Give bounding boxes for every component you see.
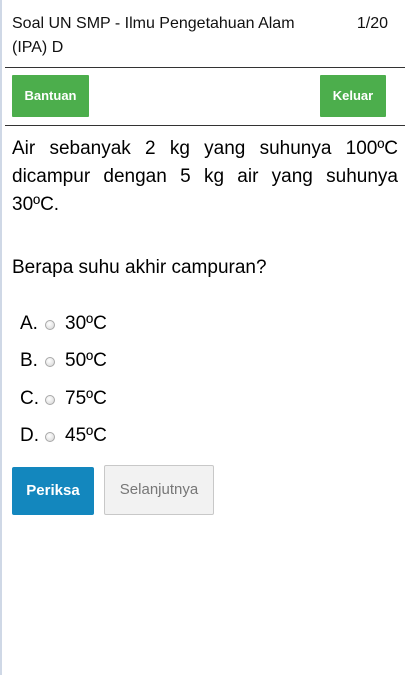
option-c-radio[interactable]: [45, 394, 55, 405]
option-letter: D.: [20, 425, 39, 447]
option-value: 30ºC: [65, 312, 107, 334]
exit-button[interactable]: Keluar: [320, 75, 386, 117]
option-letter: B.: [20, 350, 38, 372]
question-text: Air sebanyak 2 kg yang suhunya 100ºC dic…: [12, 138, 398, 215]
option-letter: A.: [20, 312, 38, 334]
option-value: 50ºC: [65, 350, 107, 372]
check-button[interactable]: Periksa: [12, 467, 94, 515]
option-b[interactable]: B. 50ºC: [20, 343, 107, 381]
toolbar-divider: [5, 125, 405, 126]
answer-options: A. 30ºC B. 50ºC C. 75ºC D. 45ºC: [20, 305, 107, 455]
option-value: 45ºC: [65, 425, 107, 447]
option-letter: C.: [20, 387, 39, 409]
option-value: 75ºC: [65, 387, 107, 409]
help-button[interactable]: Bantuan: [12, 75, 89, 117]
question-counter: 1/20: [356, 15, 388, 32]
option-a[interactable]: A. 30ºC: [20, 305, 107, 343]
option-a-radio[interactable]: [45, 319, 55, 330]
option-d[interactable]: D. 45ºC: [20, 418, 107, 456]
next-button[interactable]: Selanjutnya: [104, 465, 214, 515]
header-divider: [5, 67, 405, 68]
question-prompt: Berapa suhu akhir campuran?: [12, 257, 267, 278]
header: Soal UN SMP - Ilmu Pengetahuan Alam (IPA…: [12, 12, 388, 60]
option-d-radio[interactable]: [45, 432, 55, 443]
option-b-radio[interactable]: [45, 357, 55, 368]
option-c[interactable]: C. 75ºC: [20, 380, 107, 418]
quiz-title: Soal UN SMP - Ilmu Pengetahuan Alam (IPA…: [12, 15, 295, 56]
page-left-edge: [0, 0, 2, 675]
